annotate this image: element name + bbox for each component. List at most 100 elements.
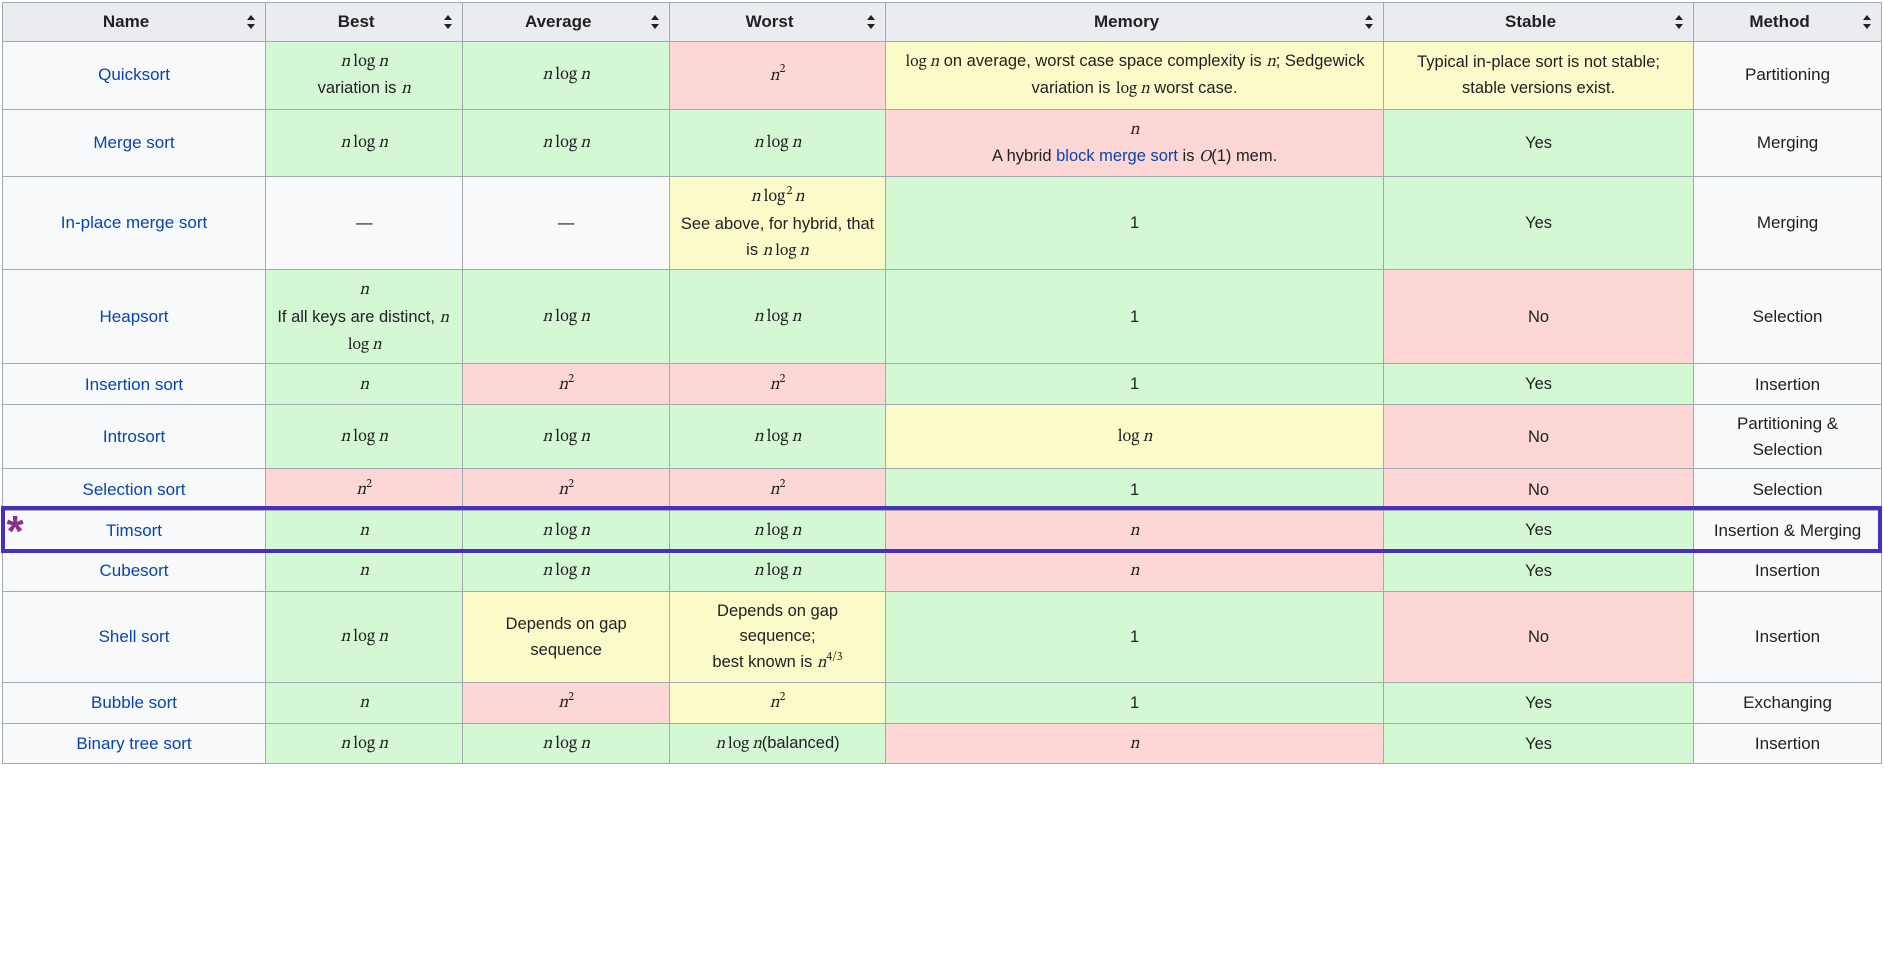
cell-worst: n2 <box>670 469 886 510</box>
cell-method: Partitioning & Selection <box>1694 405 1882 469</box>
table-container: Name Best Average Worst Memory Stable Method Q… <box>2 2 1882 764</box>
cell-stable: No <box>1384 591 1694 682</box>
cell-mem: log n <box>886 405 1384 469</box>
cell-avg: n2 <box>463 364 670 405</box>
cell-avg: n2 <box>463 682 670 723</box>
cell-best: n log n <box>266 723 463 764</box>
table-row: Insertion sortnn2n21YesInsertion <box>3 364 1882 405</box>
cell-method: Insertion <box>1694 364 1882 405</box>
cell-avg: n log n <box>463 723 670 764</box>
cell-avg: n2 <box>463 469 670 510</box>
cell-mem: 1 <box>886 364 1384 405</box>
cell-stable: No <box>1384 405 1694 469</box>
cell-name: In-place merge sort <box>3 176 266 270</box>
cell-method: Insertion & Merging <box>1694 510 1882 551</box>
cell-stable: Yes <box>1384 364 1694 405</box>
col-header-label: Average <box>525 12 591 31</box>
cell-avg: n log n <box>463 551 670 592</box>
cell-best: — <box>266 176 463 270</box>
table-row: Selection sortn2n2n21NoSelection <box>3 469 1882 510</box>
cell-method: Insertion <box>1694 551 1882 592</box>
table-body: Quicksortn log nvariation is nn log nn2l… <box>3 41 1882 764</box>
table-row: Cubesortnn log nn log nnYesInsertion <box>3 551 1882 592</box>
algorithm-link[interactable]: In-place merge sort <box>61 213 207 232</box>
cell-stable: Yes <box>1384 723 1694 764</box>
cell-best: n log n <box>266 109 463 176</box>
cell-worst: n2 <box>670 364 886 405</box>
col-header-average[interactable]: Average <box>463 3 670 42</box>
col-header-best[interactable]: Best <box>266 3 463 42</box>
cell-best: n log n <box>266 591 463 682</box>
cell-name: Cubesort <box>3 551 266 592</box>
col-header-label: Worst <box>746 12 794 31</box>
cell-mem: 1 <box>886 591 1384 682</box>
cell-mem: 1 <box>886 176 1384 270</box>
cell-method: Merging <box>1694 109 1882 176</box>
col-header-label: Stable <box>1505 12 1556 31</box>
table-row: Binary tree sortn log nn log nn log n(ba… <box>3 723 1882 764</box>
cell-method: Partitioning <box>1694 41 1882 109</box>
algorithm-link[interactable]: Heapsort <box>100 307 169 326</box>
cell-avg: — <box>463 176 670 270</box>
cell-stable: No <box>1384 469 1694 510</box>
cell-worst: n log n <box>670 270 886 364</box>
table-row: Quicksortn log nvariation is nn log nn2l… <box>3 41 1882 109</box>
cell-name: Merge sort <box>3 109 266 176</box>
algorithm-link[interactable]: Insertion sort <box>85 375 183 394</box>
cell-mem: n <box>886 723 1384 764</box>
col-header-name[interactable]: Name <box>3 3 266 42</box>
cell-best: n <box>266 364 463 405</box>
cell-best: n <box>266 551 463 592</box>
col-header-stable[interactable]: Stable <box>1384 3 1694 42</box>
cell-worst: n log n <box>670 510 886 551</box>
cell-method: Insertion <box>1694 591 1882 682</box>
cell-method: Insertion <box>1694 723 1882 764</box>
table-row: Timsortnn log nn log nnYesInsertion & Me… <box>3 510 1882 551</box>
cell-best: nIf all keys are distinct, n log n <box>266 270 463 364</box>
col-header-method[interactable]: Method <box>1694 3 1882 42</box>
cell-best: n <box>266 682 463 723</box>
col-header-memory[interactable]: Memory <box>886 3 1384 42</box>
algorithm-link[interactable]: Merge sort <box>93 133 174 152</box>
algorithm-link[interactable]: Cubesort <box>100 561 169 580</box>
cell-worst: n2 <box>670 682 886 723</box>
table-header-row: Name Best Average Worst Memory Stable Method <box>3 3 1882 42</box>
cell-name: Introsort <box>3 405 266 469</box>
sort-icon <box>1363 15 1375 29</box>
cell-mem: n <box>886 551 1384 592</box>
sorting-algorithms-table: Name Best Average Worst Memory Stable Method Q… <box>2 2 1882 764</box>
table-row: Introsortn log nn log nn log nlog nNoPar… <box>3 405 1882 469</box>
cell-worst: n2 <box>670 41 886 109</box>
cell-best: n log n <box>266 405 463 469</box>
inline-link[interactable]: block merge sort <box>1056 147 1178 165</box>
cell-name: Insertion sort <box>3 364 266 405</box>
col-header-worst[interactable]: Worst <box>670 3 886 42</box>
algorithm-link[interactable]: Shell sort <box>99 627 170 646</box>
table-row: In-place merge sort——n log2 nSee above, … <box>3 176 1882 270</box>
cell-avg: n log n <box>463 510 670 551</box>
cell-name: Selection sort <box>3 469 266 510</box>
sort-icon <box>1673 15 1685 29</box>
algorithm-link[interactable]: Introsort <box>103 427 165 446</box>
cell-method: Selection <box>1694 469 1882 510</box>
algorithm-link[interactable]: Selection sort <box>83 480 186 499</box>
cell-worst: n log2 nSee above, for hybrid, that is n… <box>670 176 886 270</box>
cell-stable: Yes <box>1384 176 1694 270</box>
table-row: Heapsort nIf all keys are distinct, n log… <box>3 270 1882 364</box>
sort-icon <box>1861 15 1873 29</box>
algorithm-link[interactable]: Binary tree sort <box>76 734 191 753</box>
table-row: Merge sortn log nn log nn log nnA hybrid… <box>3 109 1882 176</box>
cell-avg: n log n <box>463 41 670 109</box>
algorithm-link[interactable]: Bubble sort <box>91 693 177 712</box>
algorithm-link[interactable]: Quicksort <box>98 65 170 84</box>
col-header-label: Name <box>103 12 149 31</box>
algorithm-link[interactable]: Timsort <box>106 521 162 540</box>
sort-icon <box>442 15 454 29</box>
cell-stable: Yes <box>1384 682 1694 723</box>
cell-mem: n <box>886 510 1384 551</box>
cell-name: Bubble sort <box>3 682 266 723</box>
cell-best: n2 <box>266 469 463 510</box>
table-row: Bubble sortnn2n21YesExchanging <box>3 682 1882 723</box>
cell-worst: n log n <box>670 551 886 592</box>
sort-icon <box>865 15 877 29</box>
